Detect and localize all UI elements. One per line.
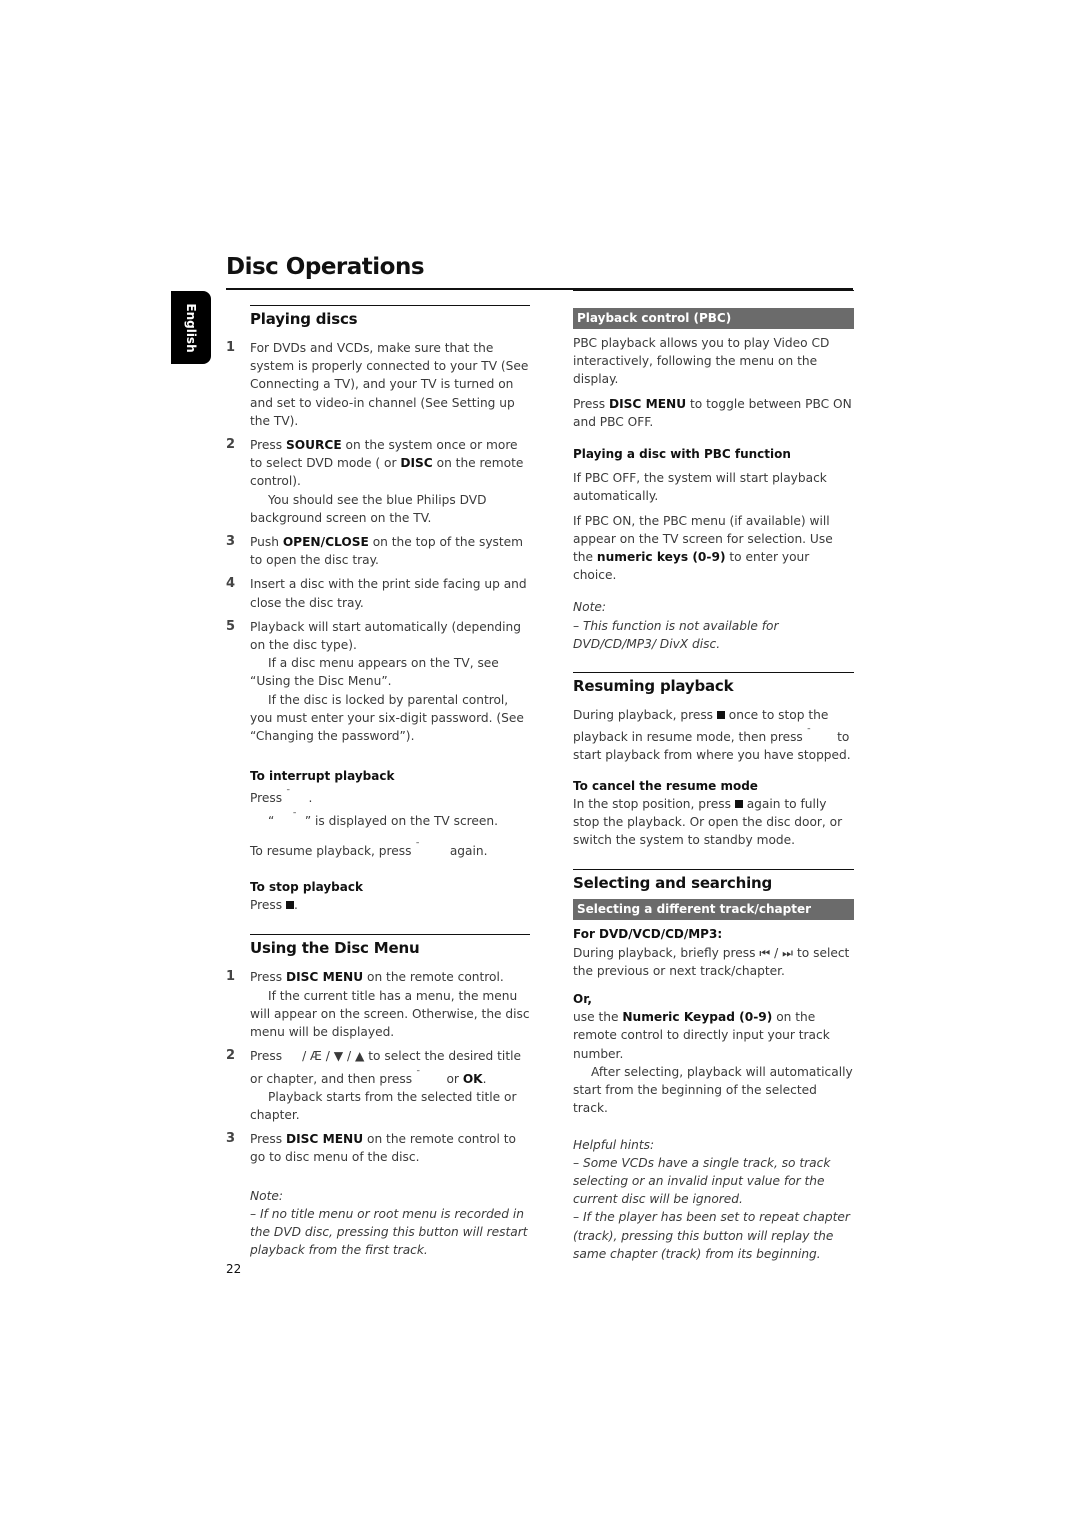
section-heading-playing-discs: Playing discs xyxy=(250,310,358,328)
subheading-pbc-function: Playing a disc with PBC function xyxy=(573,447,791,462)
step-text: Push OPEN/CLOSE on the top of the system… xyxy=(250,535,524,568)
pbc-off-text: If PBC OFF, the system will start playba… xyxy=(573,471,827,504)
hints-label: Helpful hints: xyxy=(573,1137,655,1152)
subsection-bar-pbc: Playback control (PBC) xyxy=(573,308,854,329)
step-text: Press / Æ / ▼ / ▲ to select the desired t… xyxy=(250,1049,521,1086)
step-3: 3 Push OPEN/CLOSE on the top of the syst… xyxy=(226,533,530,569)
cancel-resume-text: In the stop position, press again to ful… xyxy=(573,796,843,848)
section-heading-disc-menu: Using the Disc Menu xyxy=(250,939,420,958)
step-2: 2 Press SOURCE on the system once or mor… xyxy=(226,436,530,527)
key-ok: OK xyxy=(462,1071,483,1086)
play-pause-icon: ˉ xyxy=(285,789,291,800)
pbc-intro: PBC playback allows you to play Video CD… xyxy=(573,336,830,387)
pbc-note: Note: – This function is not available f… xyxy=(573,598,854,653)
right-column: Playback control (PBC) PBC playback allo… xyxy=(573,290,854,1263)
stop-block: To stop playback Press . xyxy=(226,878,530,914)
pause-icon: ˉ xyxy=(292,811,297,822)
keypad-text: use the Numeric Keypad (0-9) on the remo… xyxy=(573,1010,830,1061)
menu-note: Note: – If no title menu or root menu is… xyxy=(226,1187,530,1260)
menu-step-2: 2 Press / Æ / ▼ / ▲ to select the desired… xyxy=(226,1047,530,1124)
note-label: Note: xyxy=(573,600,606,615)
page-title: Disc Operations xyxy=(226,254,425,280)
step-note: If the current title has a menu, the men… xyxy=(250,988,530,1040)
language-tab: English xyxy=(171,291,211,364)
note-text: – This function is not available for DVD… xyxy=(573,618,779,651)
play-icon: ˉ xyxy=(806,728,812,739)
key-disc-menu: DISC MENU xyxy=(285,970,364,985)
step-text: Press DISC MENU on the remote control. xyxy=(250,970,504,985)
note-label: Note: xyxy=(250,1188,283,1203)
interrupt-line-3: To resume playback, press ˉ again. xyxy=(250,838,530,860)
step-note: Playback starts from the selected title … xyxy=(250,1089,517,1122)
subheading-interrupt: To interrupt playback xyxy=(250,769,395,784)
step-1: 1 For DVDs and VCDs, make sure that the … xyxy=(226,339,530,430)
section-divider xyxy=(573,290,854,291)
menu-step-1: 1 Press DISC MENU on the remote control.… xyxy=(226,968,530,1041)
step-number: 5 xyxy=(226,618,236,634)
subsection-bar-track: Selecting a different track/chapter xyxy=(573,899,854,921)
interrupt-block: To interrupt playback Press ˉ. “ˉ” is di… xyxy=(226,767,530,860)
helpful-hints: Helpful hints: – Some VCDs have a single… xyxy=(573,1136,854,1263)
menu-step-3: 3 Press DISC MENU on the remote control … xyxy=(226,1130,530,1166)
interrupt-line-1: Press ˉ. xyxy=(250,785,530,807)
step-text: For DVDs and VCDs, make sure that the sy… xyxy=(250,341,529,428)
step-number: 1 xyxy=(226,340,236,355)
left-column: Playing discs 1 For DVDs and VCDs, make … xyxy=(226,305,530,1259)
section-divider xyxy=(250,305,530,306)
after-select-text: After selecting, playback will automatic… xyxy=(573,1064,853,1116)
select-text: During playback, briefly press ⏮ / ⏭ to … xyxy=(573,945,850,978)
key-numeric-keypad: Numeric Keypad (0-9) xyxy=(622,1010,773,1025)
hint-1: – Some VCDs have a single track, so trac… xyxy=(573,1155,831,1207)
section-divider xyxy=(250,934,530,936)
section-heading-selecting: Selecting and searching xyxy=(573,874,773,893)
key-open-close: OPEN/CLOSE xyxy=(282,535,369,550)
or-label: Or, xyxy=(573,992,592,1007)
interrupt-line-2: “ˉ” is displayed on the TV screen. xyxy=(250,808,530,830)
page-number: 22 xyxy=(226,1262,242,1276)
navigation-arrows: / Æ / ▼ / ▲ xyxy=(302,1049,365,1064)
resume-text: During playback, press once to stop the … xyxy=(573,708,851,763)
step-number: 2 xyxy=(226,437,236,453)
step-note: If a disc menu appears on the TV, see “U… xyxy=(250,656,499,689)
step-text: Press DISC MENU on the remote control to… xyxy=(250,1132,517,1165)
key-source: SOURCE xyxy=(285,438,342,453)
step-note: If the disc is locked by parental contro… xyxy=(250,692,524,744)
step-number: 4 xyxy=(226,576,236,592)
pbc-toggle: Press DISC MENU to toggle between PBC ON… xyxy=(573,396,852,429)
section-heading-resuming: Resuming playback xyxy=(573,677,734,696)
stop-text: Press . xyxy=(250,898,298,913)
language-label: English xyxy=(184,302,198,353)
subheading-stop: To stop playback xyxy=(250,880,363,895)
section-divider xyxy=(573,672,854,674)
subheading-formats: For DVD/VCD/CD/MP3: xyxy=(573,927,723,942)
key-disc: DISC xyxy=(400,456,433,471)
step-number: 2 xyxy=(226,1048,236,1064)
step-number: 3 xyxy=(226,1131,236,1147)
step-5: 5 Playback will start automatically (dep… xyxy=(226,618,530,745)
key-disc-menu: DISC MENU xyxy=(285,1132,364,1147)
step-number: 1 xyxy=(226,969,236,985)
subheading-cancel-resume: To cancel the resume mode xyxy=(573,778,758,793)
step-text: Playback will start automatically (depen… xyxy=(250,619,522,653)
key-disc-menu: DISC MENU xyxy=(608,396,687,411)
note-text: – If no title menu or root menu is recor… xyxy=(250,1206,528,1258)
play-pause-icon: ˉ xyxy=(415,841,420,852)
pbc-on-text: If PBC ON, the PBC menu (if available) w… xyxy=(573,513,833,583)
stop-icon xyxy=(734,799,743,808)
step-note: You should see the blue Philips DVD back… xyxy=(250,492,487,525)
key-numeric: numeric keys (0-9) xyxy=(596,550,726,565)
hint-2: – If the player has been set to repeat c… xyxy=(573,1210,850,1261)
step-text: Press SOURCE on the system once or more … xyxy=(250,438,524,489)
step-text: Insert a disc with the print side facing… xyxy=(250,577,527,610)
section-divider xyxy=(573,869,854,871)
stop-icon xyxy=(716,711,725,720)
step-4: 4 Insert a disc with the print side faci… xyxy=(226,575,530,611)
prev-next-icon: ⏮ / ⏭ xyxy=(759,945,794,960)
play-icon: ˉ xyxy=(415,1069,421,1080)
step-number: 3 xyxy=(226,534,236,550)
stop-icon xyxy=(285,901,294,910)
